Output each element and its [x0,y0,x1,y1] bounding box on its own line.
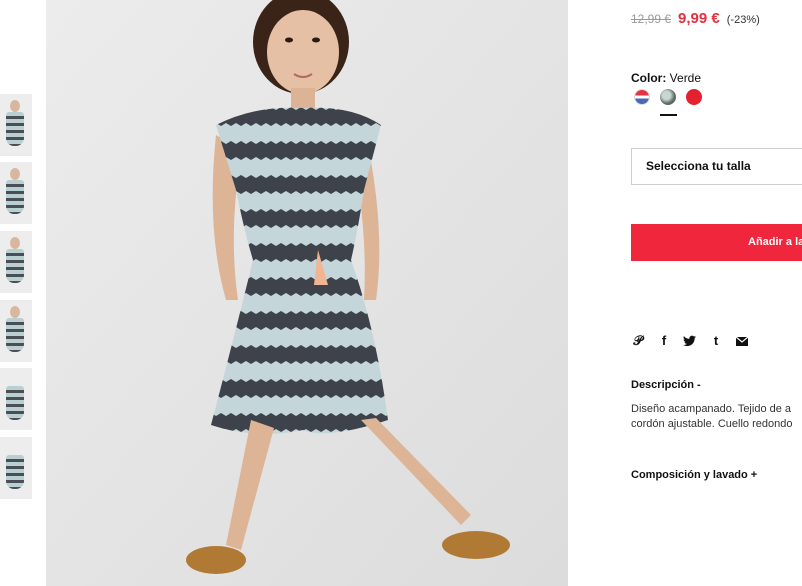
thumbnail-4[interactable] [0,300,32,362]
description-text: Diseño acampanado. Tejido de a cordón aj… [631,402,802,432]
composition-toggle[interactable]: Composición y lavado + [631,469,757,481]
color-label-key: Color: [631,71,667,85]
selected-swatch-indicator [660,114,677,116]
thumbnail-6[interactable] [0,437,32,499]
old-price: 12,99 € [631,12,672,26]
facebook-icon[interactable]: f [657,333,671,349]
current-price: 9,99 € [678,10,720,27]
thumbnail-3[interactable] [0,231,32,293]
color-swatch-stripes[interactable] [634,89,650,105]
product-info-panel: 12,99 € 9,99 € (-23%) Color: Verde Selecci… [631,0,802,586]
description-line: Diseño acampanado. Tejido de a [631,403,792,415]
thumbnail-2[interactable] [0,162,32,224]
pinterest-icon[interactable]: 𝒫 [631,333,645,349]
main-product-image[interactable] [46,0,568,586]
color-label-value: Verde [669,71,702,85]
twitter-icon[interactable] [682,333,696,349]
color-swatch-red[interactable] [686,89,702,105]
price-row: 12,99 € 9,99 € (-23%) [631,10,760,28]
description-toggle[interactable]: Descripción - [631,379,701,391]
mail-icon[interactable] [735,333,749,349]
product-photo [46,0,568,586]
size-select[interactable]: Selecciona tu talla [631,148,802,185]
thumbnail-5[interactable] [0,368,32,430]
add-to-cart-button[interactable]: Añadir a la [631,224,802,261]
color-swatch-verde[interactable] [660,89,676,105]
color-label: Color: Verde [631,71,701,85]
thumbnail-list [0,0,36,586]
tumblr-icon[interactable]: t [709,333,723,349]
description-line: cordón ajustable. Cuello redondo [631,418,793,430]
thumbnail-1[interactable] [0,94,32,156]
discount-badge: (-23%) [726,14,760,26]
